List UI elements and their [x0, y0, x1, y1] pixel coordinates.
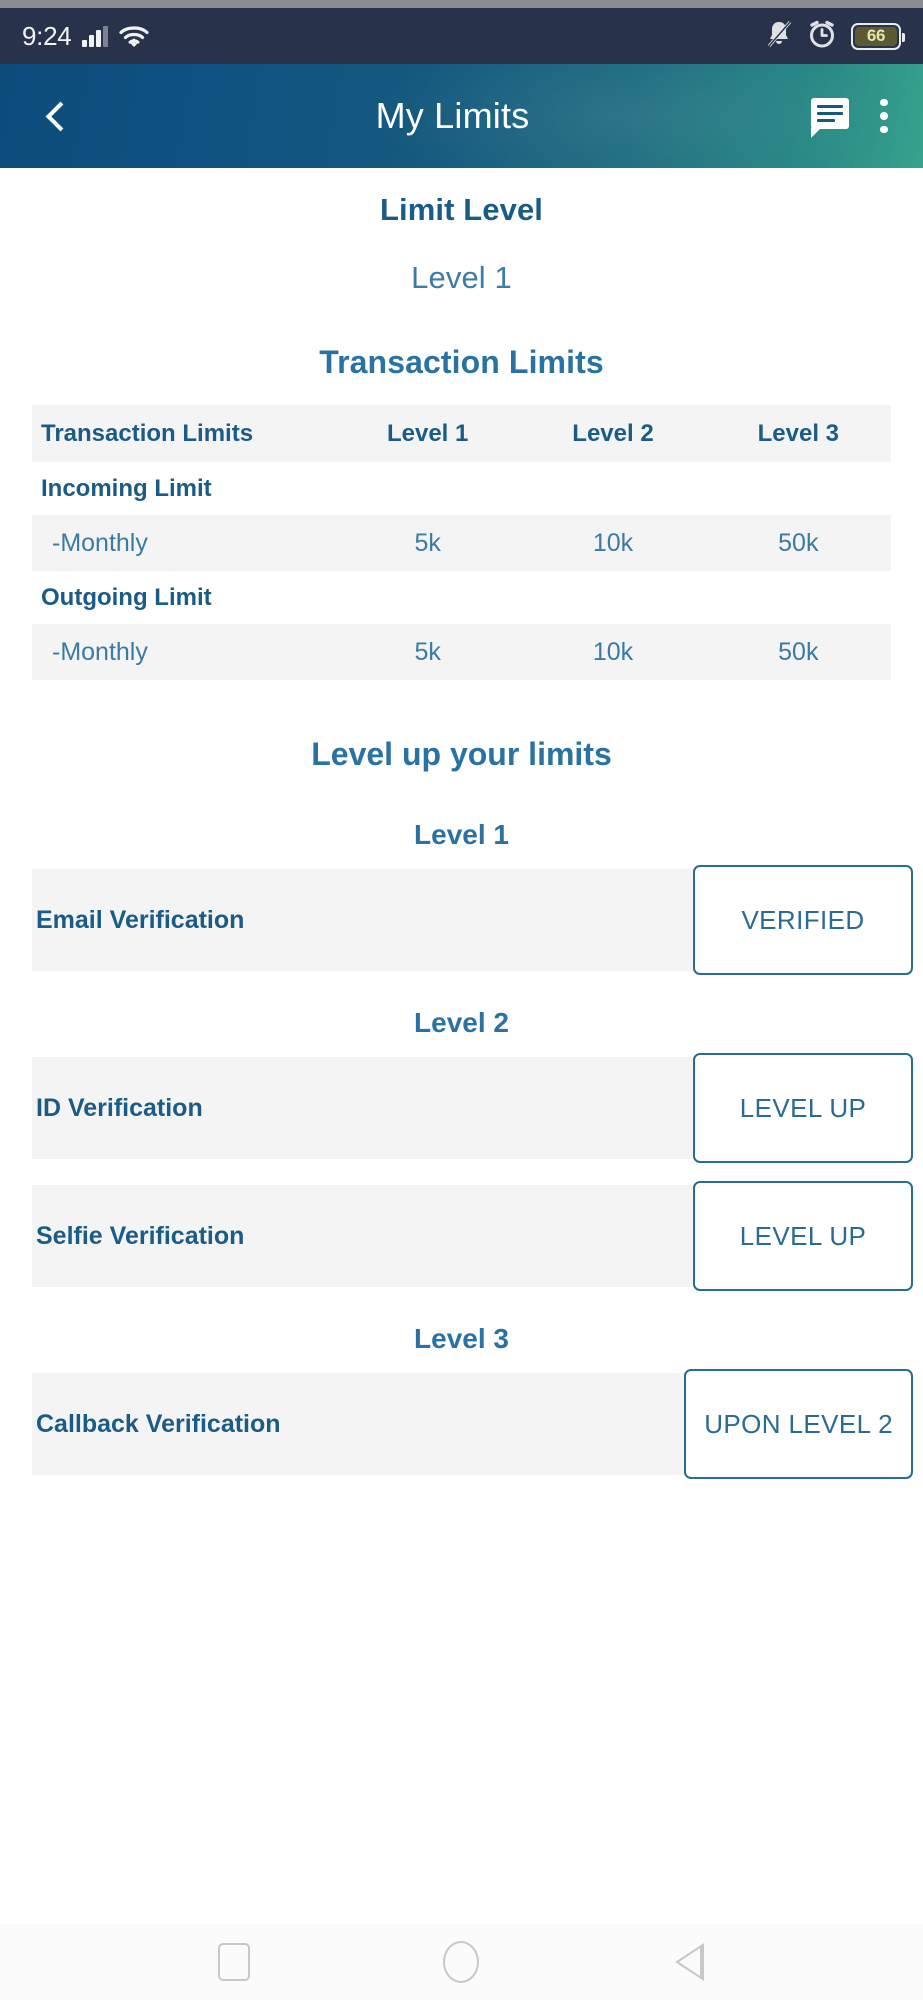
chat-button[interactable]	[811, 98, 851, 138]
table-cell-level3: 50k	[778, 637, 819, 666]
status-bar: 9:24 66	[0, 8, 923, 64]
level-up-heading: Level up your limits	[311, 736, 612, 772]
kebab-menu-icon	[880, 98, 888, 107]
system-nav-bar	[0, 1924, 923, 2000]
circle-home-icon	[443, 1941, 480, 1983]
verification-label: Callback Verification	[36, 1409, 281, 1438]
table-row: -Monthly 5k 10k 50k	[32, 624, 891, 680]
battery-icon: 66	[851, 22, 905, 50]
table-header-cell: Transaction Limits	[41, 419, 254, 447]
square-recents-icon	[217, 1943, 250, 1981]
verification-row: Callback Verification UPON LEVEL 2	[32, 1369, 913, 1479]
table-group-label: Outgoing Limit	[41, 583, 212, 611]
table-header-cell: Level 2	[572, 419, 654, 447]
level-section-title: Level 1	[414, 819, 509, 850]
status-bar-left: 9:24	[22, 21, 149, 52]
limit-level-value: Level 1	[411, 260, 512, 295]
chevron-left-icon	[45, 101, 75, 131]
level-section-title: Level 3	[414, 1323, 509, 1354]
limit-level-heading: Limit Level	[379, 192, 544, 227]
chat-bubble-icon	[811, 98, 849, 138]
signal-bars-icon	[82, 25, 108, 47]
verification-action-button[interactable]: LEVEL UP	[693, 1181, 913, 1291]
status-bar-right: 66	[765, 19, 905, 54]
app-header: My Limits	[0, 64, 923, 168]
table-group-label: Incoming Limit	[41, 474, 212, 502]
verification-row: ID Verification LEVEL UP	[32, 1053, 913, 1163]
alarm-clock-icon	[807, 19, 837, 54]
verification-label: Selfie Verification	[36, 1221, 245, 1250]
recents-button[interactable]	[189, 1932, 279, 1992]
status-time: 9:24	[22, 20, 72, 51]
verification-action-button[interactable]: LEVEL UP	[693, 1053, 913, 1163]
top-overlay-strip	[0, 0, 923, 8]
main-content: Limit Level Level 1 Transaction Limits T…	[0, 168, 923, 1515]
verification-action-button[interactable]: UPON LEVEL 2	[684, 1369, 913, 1479]
level-section-title: Level 2	[414, 1007, 509, 1038]
triangle-back-icon	[674, 1943, 704, 1981]
verification-label: ID Verification	[36, 1093, 203, 1122]
back-nav-button[interactable]	[644, 1932, 734, 1992]
verification-action-button[interactable]: VERIFIED	[693, 865, 913, 975]
table-header-cell: Level 3	[757, 419, 840, 447]
mute-bell-icon	[765, 19, 793, 54]
header-actions	[811, 98, 893, 138]
verification-label: Email Verification	[36, 905, 245, 934]
table-group-row: Incoming Limit	[32, 462, 891, 515]
table-header-row: Transaction Limits Level 1 Level 2 Level…	[32, 405, 891, 462]
table-cell-level2: 10k	[592, 637, 634, 666]
verification-row: Email Verification VERIFIED	[32, 865, 913, 975]
table-cell-level3: 50k	[778, 528, 819, 557]
table-cell-level1: 5k	[414, 528, 441, 557]
page-title: My Limits	[375, 95, 530, 136]
table-cell-level1: 5k	[414, 637, 441, 666]
bottom-spacer	[0, 1475, 923, 1515]
back-button[interactable]	[30, 89, 84, 143]
kebab-menu-icon	[880, 125, 888, 134]
wifi-icon	[119, 24, 149, 48]
transaction-limits-table: Transaction Limits Level 1 Level 2 Level…	[32, 405, 891, 680]
verification-row: Selfie Verification LEVEL UP	[32, 1181, 913, 1291]
table-cell-label: -Monthly	[52, 528, 148, 557]
table-cell-level2: 10k	[592, 528, 634, 557]
table-header-cell: Level 1	[386, 419, 469, 447]
overflow-menu-button[interactable]	[879, 98, 889, 134]
kebab-menu-icon	[880, 112, 888, 120]
battery-level: 66	[866, 26, 886, 45]
transaction-limits-heading: Transaction Limits	[319, 344, 604, 380]
table-group-row: Outgoing Limit	[32, 571, 891, 624]
table-row: -Monthly 5k 10k 50k	[32, 515, 891, 571]
home-button[interactable]	[416, 1932, 506, 1992]
table-cell-label: -Monthly	[52, 637, 148, 666]
